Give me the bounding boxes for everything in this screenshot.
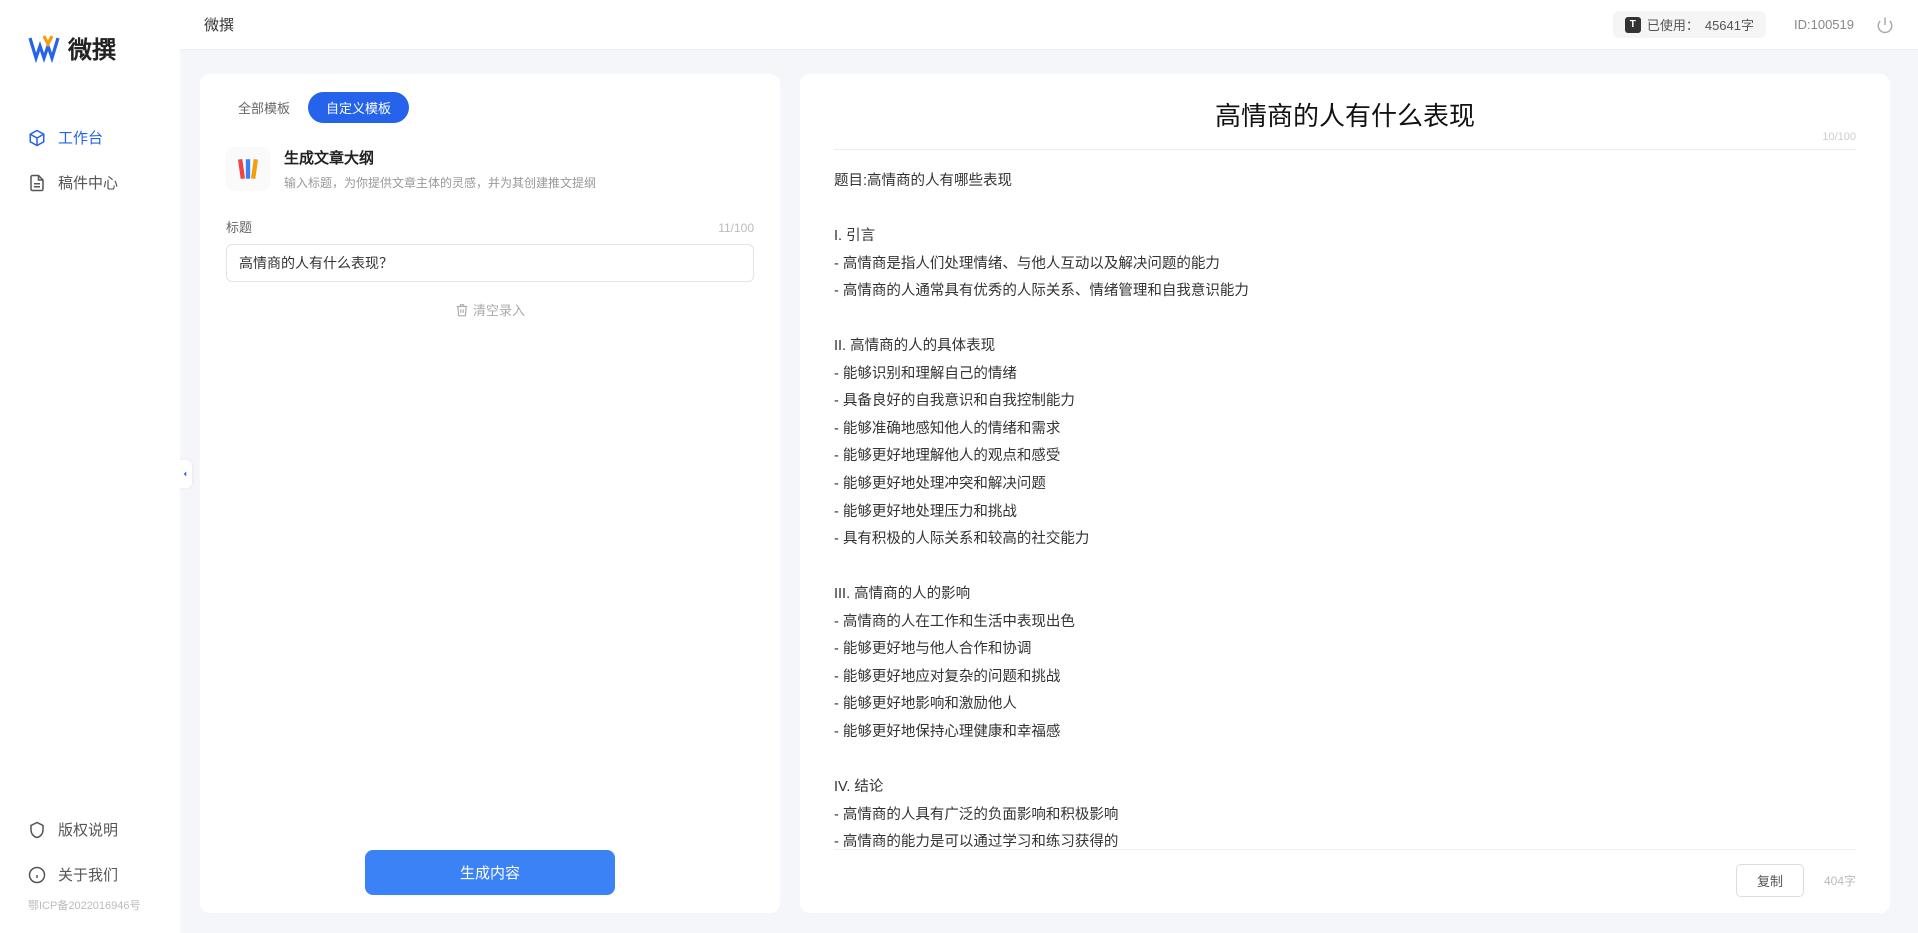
usage-pill[interactable]: T 已使用： 45641字	[1613, 11, 1766, 38]
title-input[interactable]	[226, 244, 754, 282]
template-title: 生成文章大纲	[284, 147, 754, 168]
document-icon	[28, 174, 46, 192]
sidebar-item-label: 工作台	[58, 127, 103, 148]
panel-output: 高情商的人有什么表现 10/100 题目:高情商的人有哪些表现 I. 引言 - …	[800, 74, 1890, 913]
sidebar-item-about[interactable]: 关于我们	[0, 852, 180, 897]
panel-template: 全部模板 自定义模板 生成文章大纲 输入标题，为你提供文章主体的灵感，并为其创建…	[200, 74, 780, 913]
word-count: 404字	[1824, 872, 1856, 889]
content-row: 全部模板 自定义模板 生成文章大纲 输入标题，为你提供文章主体的灵感，并为其创建…	[180, 50, 1918, 933]
main: 微撰 T 已使用： 45641字 ID:100519 全部模板 自定义模板	[180, 0, 1918, 933]
clear-input-button[interactable]: 清空录入	[455, 300, 525, 319]
copy-button[interactable]: 复制	[1736, 864, 1804, 897]
doc-title-row: 高情商的人有什么表现 10/100	[834, 96, 1856, 150]
user-id: ID:100519	[1794, 17, 1854, 32]
sidebar-item-label: 版权说明	[58, 819, 118, 840]
sidebar-item-copyright[interactable]: 版权说明	[0, 807, 180, 852]
sidebar-collapse-button[interactable]	[178, 460, 192, 488]
info-icon	[28, 866, 46, 884]
logo: 微撰	[0, 30, 180, 115]
form-title-block: 标题 11/100	[200, 209, 780, 282]
books-icon	[226, 147, 270, 191]
sidebar-item-label: 稿件中心	[58, 172, 118, 193]
power-icon[interactable]	[1876, 16, 1894, 34]
chevron-left-icon	[180, 469, 190, 479]
usage-label: 已使用：	[1647, 15, 1699, 34]
icp-text: 鄂ICP备2022016946号	[0, 897, 180, 913]
title-label: 标题	[226, 217, 252, 236]
clear-input-label: 清空录入	[473, 300, 525, 319]
text-badge-icon: T	[1625, 17, 1641, 33]
cube-icon	[28, 129, 46, 147]
template-card: 生成文章大纲 输入标题，为你提供文章主体的灵感，并为其创建推文提纲	[200, 137, 780, 209]
sidebar-item-label: 关于我们	[58, 864, 118, 885]
usage-value: 45641字	[1705, 15, 1754, 34]
tab-all-templates[interactable]: 全部模板	[220, 92, 308, 123]
topbar: 微撰 T 已使用： 45641字 ID:100519	[180, 0, 1918, 50]
doc-body[interactable]: 题目:高情商的人有哪些表现 I. 引言 - 高情商是指人们处理情绪、与他人互动以…	[834, 168, 1856, 849]
sidebar-item-drafts[interactable]: 稿件中心	[0, 160, 180, 205]
sidebar: 微撰 工作台 稿件中心 版权说明 关于我们 鄂ICP备2022016946号	[0, 0, 180, 933]
doc-footer: 复制 404字	[834, 849, 1856, 897]
sidebar-item-workspace[interactable]: 工作台	[0, 115, 180, 160]
sidebar-nav: 工作台 稿件中心	[0, 115, 180, 807]
logo-mark-icon	[28, 32, 60, 64]
title-counter: 11/100	[718, 221, 754, 235]
sidebar-bottom: 版权说明 关于我们 鄂ICP备2022016946号	[0, 807, 180, 933]
doc-title[interactable]: 高情商的人有什么表现	[834, 96, 1856, 133]
shield-icon	[28, 821, 46, 839]
tab-custom-templates[interactable]: 自定义模板	[308, 92, 409, 123]
page-title: 微撰	[204, 14, 234, 35]
template-tabs: 全部模板 自定义模板	[200, 92, 780, 137]
logo-text: 微撰	[68, 30, 116, 65]
generate-button[interactable]: 生成内容	[365, 850, 615, 895]
template-subtitle: 输入标题，为你提供文章主体的灵感，并为其创建推文提纲	[284, 174, 754, 191]
doc-title-counter: 10/100	[1822, 131, 1856, 143]
trash-icon	[455, 303, 469, 317]
